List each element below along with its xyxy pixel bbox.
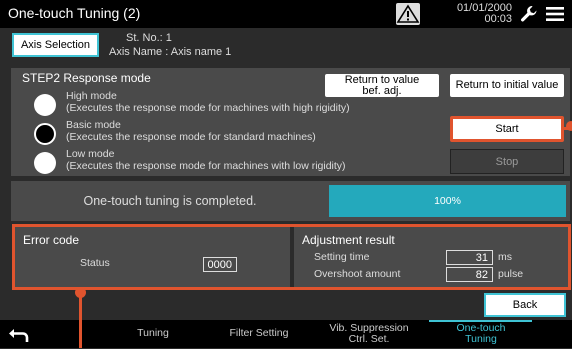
return-before-adjust-button[interactable]: Return to value bef. adj. bbox=[325, 74, 439, 97]
tab-vib-suppression[interactable]: Vib. Suppression Ctrl. Set. bbox=[320, 323, 418, 345]
basic-mode-label: Basic mode bbox=[66, 119, 121, 131]
high-mode-desc: (Executes the response mode for machines… bbox=[66, 102, 350, 114]
axis-selection-button[interactable]: Axis Selection bbox=[12, 33, 99, 57]
window-title: One-touch Tuning (2) bbox=[8, 5, 141, 21]
station-number: St. No.: 1 bbox=[126, 32, 172, 44]
tab-filter-setting[interactable]: Filter Setting bbox=[214, 328, 304, 339]
start-callout-dot bbox=[566, 121, 572, 131]
tab-tuning[interactable]: Tuning bbox=[113, 328, 193, 339]
return-icon[interactable] bbox=[8, 326, 30, 344]
radio-basic-mode[interactable] bbox=[34, 123, 56, 145]
step2-title: STEP2 Response mode bbox=[22, 71, 151, 85]
back-button[interactable]: Back bbox=[484, 293, 566, 317]
low-mode-label: Low mode bbox=[66, 148, 115, 160]
tab-one-touch-tuning[interactable]: One-touch Tuning bbox=[442, 323, 520, 345]
status-message: One-touch tuning is completed. bbox=[83, 194, 257, 208]
high-mode-option: High mode (Executes the response mode fo… bbox=[66, 90, 350, 114]
high-mode-label: High mode bbox=[66, 90, 117, 102]
error-callout-dot bbox=[75, 287, 86, 298]
radio-high-mode[interactable] bbox=[34, 94, 56, 116]
progress-percent: 100% bbox=[434, 195, 461, 207]
radio-low-mode[interactable] bbox=[34, 152, 56, 174]
results-highlight-frame bbox=[12, 224, 571, 290]
start-button[interactable]: Start bbox=[450, 116, 564, 142]
error-callout-line bbox=[79, 290, 82, 348]
basic-mode-option: Basic mode (Executes the response mode f… bbox=[66, 119, 316, 143]
menu-icon[interactable] bbox=[545, 6, 565, 22]
axis-name: Axis Name : Axis name 1 bbox=[109, 46, 232, 58]
warning-icon[interactable] bbox=[396, 3, 420, 25]
stop-button[interactable]: Stop bbox=[450, 149, 564, 174]
return-initial-value-button[interactable]: Return to initial value bbox=[450, 74, 564, 97]
time-display: 00:03 bbox=[484, 13, 512, 25]
low-mode-option: Low mode (Executes the response mode for… bbox=[66, 148, 346, 172]
basic-mode-desc: (Executes the response mode for standard… bbox=[66, 131, 316, 143]
low-mode-desc: (Executes the response mode for machines… bbox=[66, 160, 346, 172]
wrench-icon[interactable] bbox=[519, 4, 539, 24]
